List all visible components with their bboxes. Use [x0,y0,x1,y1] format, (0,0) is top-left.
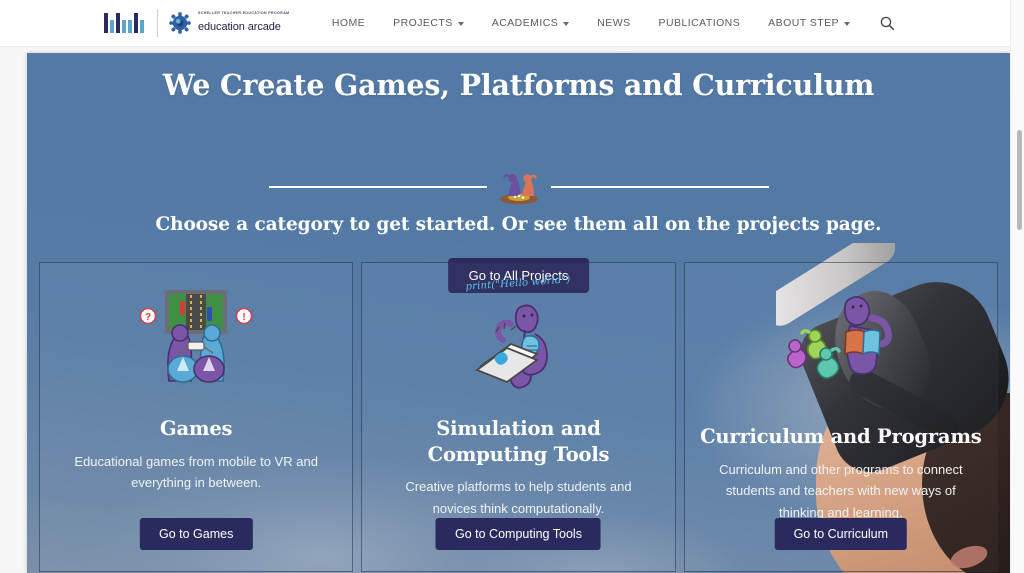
go-to-games-button[interactable]: Go to Games [139,518,253,550]
brand-logo[interactable]: SCHELLER TEACHER EDUCATION PROGRAM educa… [104,6,290,40]
category-card-curriculum[interactable]: Curriculum and Programs Curriculum and o… [683,262,998,572]
svg-text:!: ! [242,312,245,323]
nav-item-about-step[interactable]: ABOUT STEP [754,17,864,29]
divider-rule-right [550,186,769,188]
page-scrollbar-thumb[interactable] [1017,130,1022,230]
card-title-games: Games [160,417,233,440]
category-cards-row: ? ! Games Educational games from mobile … [35,262,1002,572]
svg-text:?: ? [145,312,151,323]
nav-item-news[interactable]: NEWS [583,17,644,29]
main-navigation: HOME PROJECTS ACADEMICS NEWS PUBLICATION… [318,16,1010,30]
nav-item-publications[interactable]: PUBLICATIONS [645,17,755,29]
nav-item-projects[interactable]: PROJECTS [379,17,478,29]
go-to-curriculum-button[interactable]: Go to Curriculum [774,518,908,550]
go-to-computing-tools-button[interactable]: Go to Computing Tools [436,518,601,550]
brand-kicker: SCHELLER TEACHER EDUCATION PROGRAM [198,11,290,16]
card-title-curriculum: Curriculum and Programs [700,425,982,448]
nav-label-publications: PUBLICATIONS [658,17,741,29]
brand-wordmark: SCHELLER TEACHER EDUCATION PROGRAM educa… [198,12,290,34]
logo-divider [157,9,158,37]
nav-item-home[interactable]: HOME [318,17,379,29]
hero-divider [27,169,1010,205]
page-body: We Create Games, Platforms and Curriculu… [0,47,1010,573]
category-card-computing-tools[interactable]: print("Hello world") Simulation and Comp… [361,262,676,572]
chevron-down-icon [844,22,850,26]
mit-logo-icon [104,13,144,33]
nav-label-home: HOME [331,17,366,29]
brand-name: education arcade [198,20,281,33]
card-description-games: Educational games from mobile to VR and … [74,453,318,491]
chevron-down-icon [563,22,570,26]
two-creatures-playing-video-game-icon: ? ! [40,276,352,404]
code-caption-text: print("Hello world") [465,274,572,293]
gear-puzzle-icon [169,12,191,34]
creature-with-laptop-icon: print("Hello world") [362,274,674,404]
divider-rule-left [268,186,487,188]
creature-reading-book-icon [685,276,997,404]
nav-label-academics: ACADEMICS [491,17,559,29]
category-card-games[interactable]: ? ! Games Educational games from mobile … [39,262,354,572]
nav-item-academics[interactable]: ACADEMICS [478,17,583,29]
page-title: We Create Games, Platforms and Curriculu… [162,68,875,102]
two-creatures-board-game-icon [491,169,547,205]
site-header: SCHELLER TEACHER EDUCATION PROGRAM educa… [0,0,1010,47]
card-description-computing-tools: Creative platforms to help students and … [405,479,632,516]
page-scrollbar-track[interactable] [1010,0,1024,573]
chevron-down-icon [457,22,464,26]
nav-label-about-step: ABOUT STEP [768,17,839,29]
nav-label-news: NEWS [597,17,631,29]
page-subtitle: Choose a category to get started. Or see… [155,214,882,235]
nav-label-projects: PROJECTS [393,17,453,29]
search-icon[interactable] [864,16,902,30]
card-title-computing-tools: Simulation and Computing Tools [427,417,610,466]
card-description-curriculum: Curriculum and other programs to connect… [719,461,963,520]
hero-section: We Create Games, Platforms and Curriculu… [27,53,1010,573]
